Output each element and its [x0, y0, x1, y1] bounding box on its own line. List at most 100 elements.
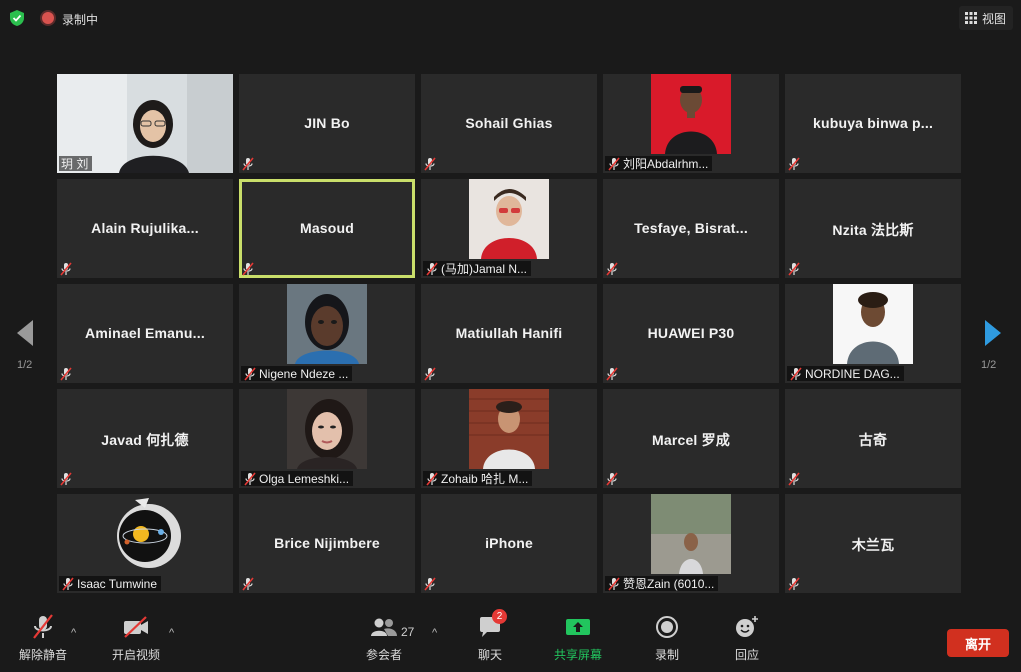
record-button[interactable]: 录制 — [650, 612, 684, 663]
participant-count: 27 — [401, 625, 415, 639]
participant-tile[interactable]: 古奇 — [785, 389, 961, 488]
participant-avatar — [469, 179, 549, 259]
participant-tile[interactable]: NORDINE DAG... — [785, 284, 961, 383]
chat-unread-badge: 2 — [492, 609, 507, 624]
participant-tile[interactable]: Isaac Tumwine — [57, 494, 233, 593]
participant-name: Masoud — [299, 220, 355, 236]
participant-footer: Nigene Ndeze ... — [241, 366, 353, 381]
right-page-indicator: 1/2 — [981, 359, 997, 371]
participant-tile[interactable]: 赞恩Zain (6010... — [603, 494, 779, 593]
participant-footer — [605, 261, 619, 276]
participant-name: 木兰瓦 — [851, 537, 895, 553]
record-icon — [656, 616, 678, 638]
participant-tile[interactable]: HUAWEI P30 — [603, 284, 779, 383]
participant-label: 赞恩Zain (6010... — [623, 577, 715, 591]
participant-avatar — [105, 494, 185, 574]
muted-microphone-icon — [788, 576, 800, 591]
participant-name: Marcel 罗成 — [651, 432, 731, 448]
participant-tile[interactable]: Matiullah Hanifi — [421, 284, 597, 383]
muted-microphone-icon — [244, 366, 256, 381]
participant-footer: 赞恩Zain (6010... — [605, 576, 719, 591]
muted-microphone-icon — [606, 471, 618, 486]
participant-tile[interactable]: Masoud — [239, 179, 415, 278]
gallery-grid: 玥 刘 JIN Bo Sohail Ghias 刘阳Abdalrhm... kubuya… — [57, 74, 961, 593]
participant-tile[interactable]: Nzita 法比斯 — [785, 179, 961, 278]
video-options-caret-icon[interactable]: ^ — [169, 627, 174, 639]
participant-tile[interactable]: Nigene Ndeze ... — [239, 284, 415, 383]
muted-microphone-icon — [426, 261, 438, 276]
reactions-button[interactable]: 回应 — [730, 612, 764, 663]
participant-footer — [787, 471, 801, 486]
muted-microphone-icon — [606, 366, 618, 381]
muted-microphone-icon — [608, 576, 620, 591]
muted-microphone-icon — [60, 261, 72, 276]
participant-name: iPhone — [485, 535, 533, 551]
participant-tile[interactable]: Aminael Emanu... — [57, 284, 233, 383]
muted-microphone-icon — [62, 576, 74, 591]
recording-label: 录制中 — [62, 13, 99, 27]
muted-microphone-icon — [424, 156, 436, 171]
participant-footer — [787, 261, 801, 276]
leave-button[interactable]: 离开 — [947, 629, 1009, 657]
participant-tile[interactable]: Brice Nijimbere — [239, 494, 415, 593]
participant-footer: Isaac Tumwine — [59, 576, 162, 591]
audio-options-caret-icon[interactable]: ^ — [71, 627, 76, 639]
unmute-label: 解除静音 — [18, 648, 67, 662]
participant-tile[interactable]: Alain Rujulika... — [57, 179, 233, 278]
grid-view-icon — [965, 12, 977, 24]
previous-page-arrow-icon[interactable] — [15, 318, 35, 348]
participant-tile[interactable]: iPhone — [421, 494, 597, 593]
chat-label: 聊天 — [477, 648, 502, 662]
participant-footer — [59, 366, 73, 381]
participant-name: JIN Bo — [304, 115, 350, 131]
muted-microphone-icon — [788, 261, 800, 276]
participant-tile[interactable]: Marcel 罗成 — [603, 389, 779, 488]
participant-name: Brice Nijimbere — [274, 535, 380, 551]
participant-tile[interactable]: 木兰瓦 — [785, 494, 961, 593]
start-video-label: 开启视频 — [111, 648, 160, 662]
participant-tile[interactable]: Sohail Ghias — [421, 74, 597, 173]
participant-tile[interactable]: Tesfaye, Bisrat... — [603, 179, 779, 278]
muted-microphone-icon — [608, 156, 620, 171]
participants-label: 参会者 — [365, 648, 402, 662]
muted-microphone-icon — [60, 366, 72, 381]
participant-tile[interactable]: 刘阳Abdalrhm... — [603, 74, 779, 173]
participant-tile[interactable]: kubuya binwa p... — [785, 74, 961, 173]
participant-tile[interactable]: (马加)Jamal N... — [421, 179, 597, 278]
start-video-button[interactable]: 开启视频 — [110, 612, 162, 663]
participants-options-caret-icon[interactable]: ^ — [432, 627, 437, 639]
muted-microphone-icon — [242, 576, 254, 591]
participant-footer — [787, 156, 801, 171]
participant-tile[interactable]: JIN Bo — [239, 74, 415, 173]
participant-tile[interactable]: 玥 刘 — [57, 74, 233, 173]
participant-name: Tesfaye, Bisrat... — [634, 220, 748, 236]
participant-avatar — [469, 389, 549, 469]
participant-tile[interactable]: Olga Lemeshki... — [239, 389, 415, 488]
participant-label: 刘阳Abdalrhm... — [623, 157, 709, 171]
chat-button[interactable]: 2 聊天 — [470, 609, 510, 663]
share-screen-button[interactable]: 共享屏幕 — [550, 612, 606, 663]
share-screen-icon — [566, 619, 590, 635]
participant-name: kubuya binwa p... — [812, 115, 934, 131]
left-page-indicator: 1/2 — [17, 359, 33, 371]
participant-footer — [423, 156, 437, 171]
reaction-smiley-icon — [736, 616, 758, 637]
muted-microphone-icon — [788, 156, 800, 171]
participant-footer: Zohaib 哈扎 M... — [423, 471, 533, 486]
unmute-button[interactable]: 解除静音 — [17, 612, 69, 663]
participant-tile[interactable]: Zohaib 哈扎 M... — [421, 389, 597, 488]
participant-footer — [241, 156, 255, 171]
participant-tile[interactable]: Javad 何扎德 — [57, 389, 233, 488]
recording-indicator-icon — [42, 12, 54, 24]
muted-microphone-icon — [424, 576, 436, 591]
participant-footer: NORDINE DAG... — [787, 366, 904, 381]
participant-label: NORDINE DAG... — [805, 366, 900, 381]
participant-name: HUAWEI P30 — [647, 325, 735, 341]
muted-microphone-icon — [244, 471, 256, 486]
next-page-arrow-icon[interactable] — [983, 318, 1003, 348]
top-bar: 录制中 视图 — [0, 0, 1021, 36]
video-off-icon — [124, 616, 148, 638]
participants-button[interactable]: 参会者 — [362, 612, 406, 663]
shield-icon[interactable] — [8, 9, 26, 27]
view-button[interactable]: 视图 — [959, 6, 1013, 30]
